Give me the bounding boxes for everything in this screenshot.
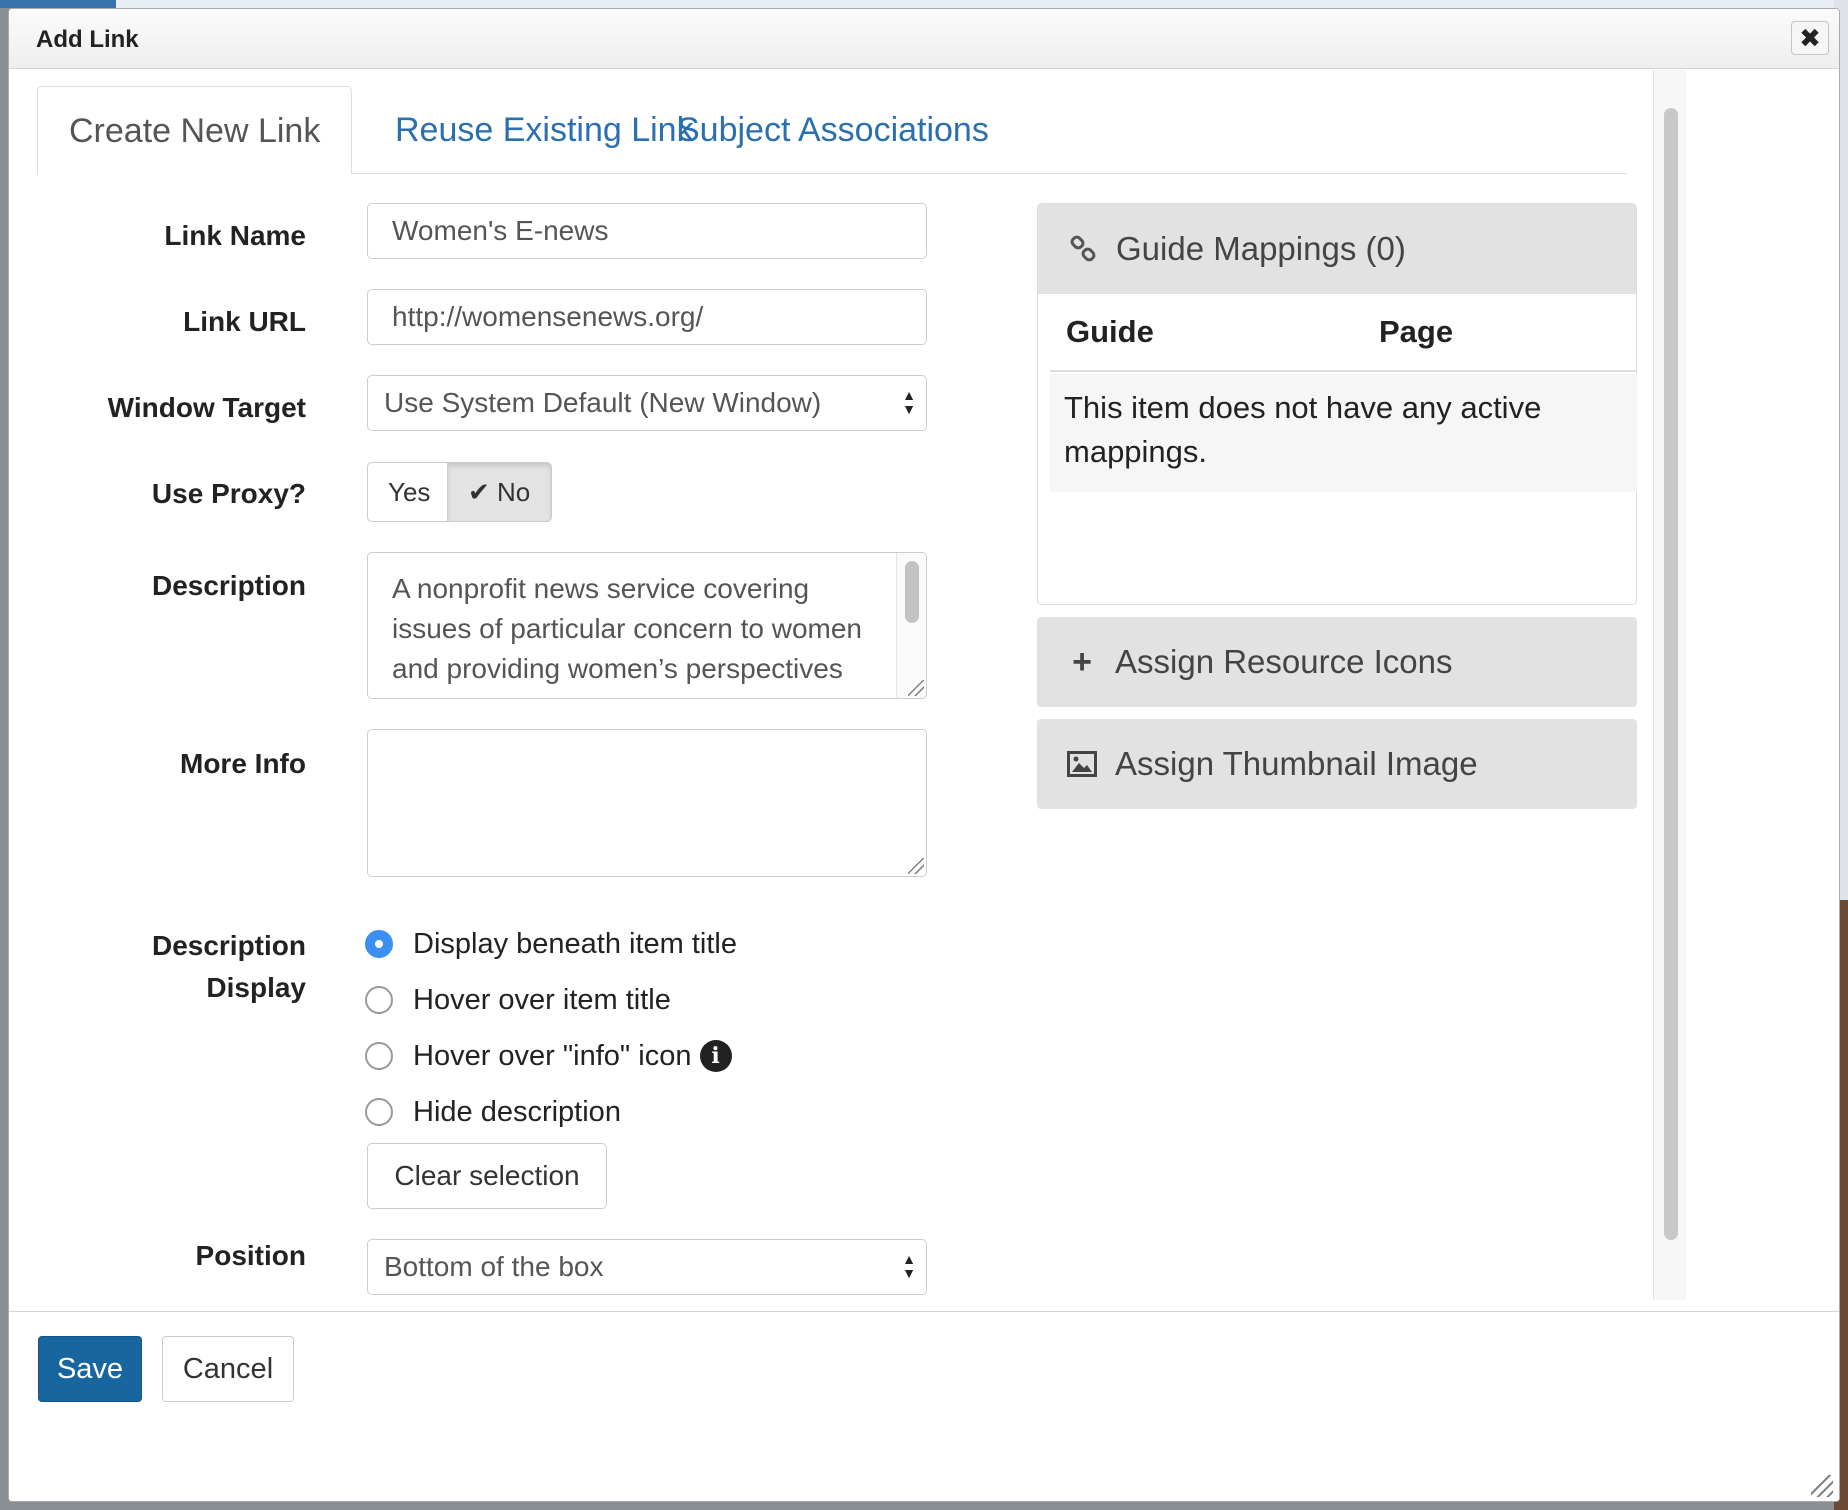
clear-selection-button[interactable]: Clear selection xyxy=(367,1143,607,1209)
position-label: Position xyxy=(195,1240,306,1271)
assign-thumbnail-title: Assign Thumbnail Image xyxy=(1115,745,1478,782)
tab-subject-associations[interactable]: Subject Associations xyxy=(646,86,1020,174)
proxy-no-button[interactable]: ✔ No xyxy=(448,462,552,522)
resize-grip-icon[interactable] xyxy=(908,858,924,874)
dialog-resize-grip-icon[interactable] xyxy=(1811,1475,1833,1497)
thumbnail-panel: Assign Thumbnail Image xyxy=(1037,719,1637,811)
description-label: Description xyxy=(151,570,306,601)
more-info-label: More Info xyxy=(180,748,306,779)
guide-mappings-header[interactable]: Guide Mappings (0) xyxy=(1038,204,1636,294)
assign-resource-icons-header[interactable]: + Assign Resource Icons xyxy=(1037,617,1637,707)
dialog-titlebar[interactable]: Add Link ✖ xyxy=(9,9,1839,69)
radio-label: Hover over "info" icon xyxy=(413,1039,692,1072)
more-info-textarea[interactable] xyxy=(367,729,927,877)
save-button[interactable]: Save xyxy=(38,1336,142,1402)
link-url-input[interactable]: http://womensenews.org/ xyxy=(367,289,927,345)
radio-button[interactable] xyxy=(365,930,393,958)
cancel-button[interactable]: Cancel xyxy=(162,1336,294,1402)
plus-icon: + xyxy=(1072,642,1092,681)
description-display-label: Description Display xyxy=(9,925,306,1009)
dialog-scroll-thumb[interactable] xyxy=(1664,108,1678,1240)
info-icon: i xyxy=(699,1040,732,1072)
image-icon xyxy=(1067,751,1097,777)
description-scrollbar[interactable] xyxy=(896,553,926,698)
radio-button[interactable] xyxy=(365,1098,393,1126)
backdrop-top xyxy=(0,0,1848,8)
dialog-title: Add Link xyxy=(36,26,139,53)
radio-button[interactable] xyxy=(365,1042,393,1070)
column-guide: Guide xyxy=(1066,314,1154,349)
select-arrows-icon: ▲ ▼ xyxy=(902,387,916,417)
resize-grip-icon[interactable] xyxy=(908,680,924,696)
tab-bar: Create New Link Reuse Existing Link Subj… xyxy=(37,86,1627,175)
close-button[interactable]: ✖ xyxy=(1791,21,1829,55)
guide-mappings-title: Guide Mappings (0) xyxy=(1116,230,1406,267)
radio-option-hover-info[interactable]: Hover over "info" icon i xyxy=(365,1036,732,1076)
link-name-label: Link Name xyxy=(164,220,306,251)
use-proxy-toggle: Yes ✔ No xyxy=(367,462,552,522)
window-target-select[interactable]: Use System Default (New Window) ▲ ▼ xyxy=(367,375,927,431)
radio-option-display-beneath[interactable]: Display beneath item title xyxy=(365,924,737,964)
resource-icons-panel: + Assign Resource Icons xyxy=(1037,617,1637,709)
position-select[interactable]: Bottom of the box ▲ ▼ xyxy=(367,1239,927,1295)
empty-mappings-message: This item does not have any active mappi… xyxy=(1050,374,1637,492)
dialog-body: Create New Link Reuse Existing Link Subj… xyxy=(9,70,1686,1300)
description-display-label-line1: Description xyxy=(151,930,306,961)
dialog-footer: Save Cancel xyxy=(9,1311,1839,1501)
backdrop-top-accent xyxy=(0,0,116,8)
window-target-value: Use System Default (New Window) xyxy=(384,387,822,418)
position-value: Bottom of the box xyxy=(384,1251,604,1282)
proxy-yes-button[interactable]: Yes xyxy=(367,462,448,522)
radio-label: Display beneath item title xyxy=(413,927,737,960)
radio-label: Hide description xyxy=(413,1095,621,1128)
tab-create-new-link[interactable]: Create New Link xyxy=(37,86,353,175)
window-target-label: Window Target xyxy=(107,392,306,423)
column-page: Page xyxy=(1379,314,1454,349)
description-textarea[interactable]: A nonprofit news service covering issues… xyxy=(367,552,927,699)
assign-thumbnail-header[interactable]: Assign Thumbnail Image xyxy=(1037,719,1637,809)
select-arrows-icon: ▲ ▼ xyxy=(902,1251,916,1281)
description-scroll-thumb[interactable] xyxy=(905,561,919,623)
radio-option-hover-title[interactable]: Hover over item title xyxy=(365,980,671,1020)
radio-option-hide-description[interactable]: Hide description xyxy=(365,1092,621,1132)
link-icon xyxy=(1068,235,1098,263)
proxy-no-label: No xyxy=(497,477,531,507)
assign-resource-icons-title: Assign Resource Icons xyxy=(1115,643,1453,680)
close-icon: ✖ xyxy=(1799,23,1821,53)
link-url-label: Link URL xyxy=(183,306,306,337)
use-proxy-label: Use Proxy? xyxy=(151,478,306,509)
link-name-input[interactable]: Women's E-news xyxy=(367,203,927,259)
description-display-label-line2: Display xyxy=(206,972,306,1003)
radio-button[interactable] xyxy=(365,986,393,1014)
description-text: A nonprofit news service covering issues… xyxy=(392,573,862,698)
guide-mappings-table-header: Guide Page xyxy=(1050,294,1637,372)
dialog-scrollbar[interactable] xyxy=(1653,70,1686,1300)
check-icon: ✔ xyxy=(468,477,490,507)
guide-mappings-panel: Guide Mappings (0) Guide Page This item … xyxy=(1037,203,1637,605)
add-link-dialog: Add Link ✖ Create New Link Reuse Existin… xyxy=(8,8,1840,1502)
radio-label: Hover over item title xyxy=(413,983,671,1016)
